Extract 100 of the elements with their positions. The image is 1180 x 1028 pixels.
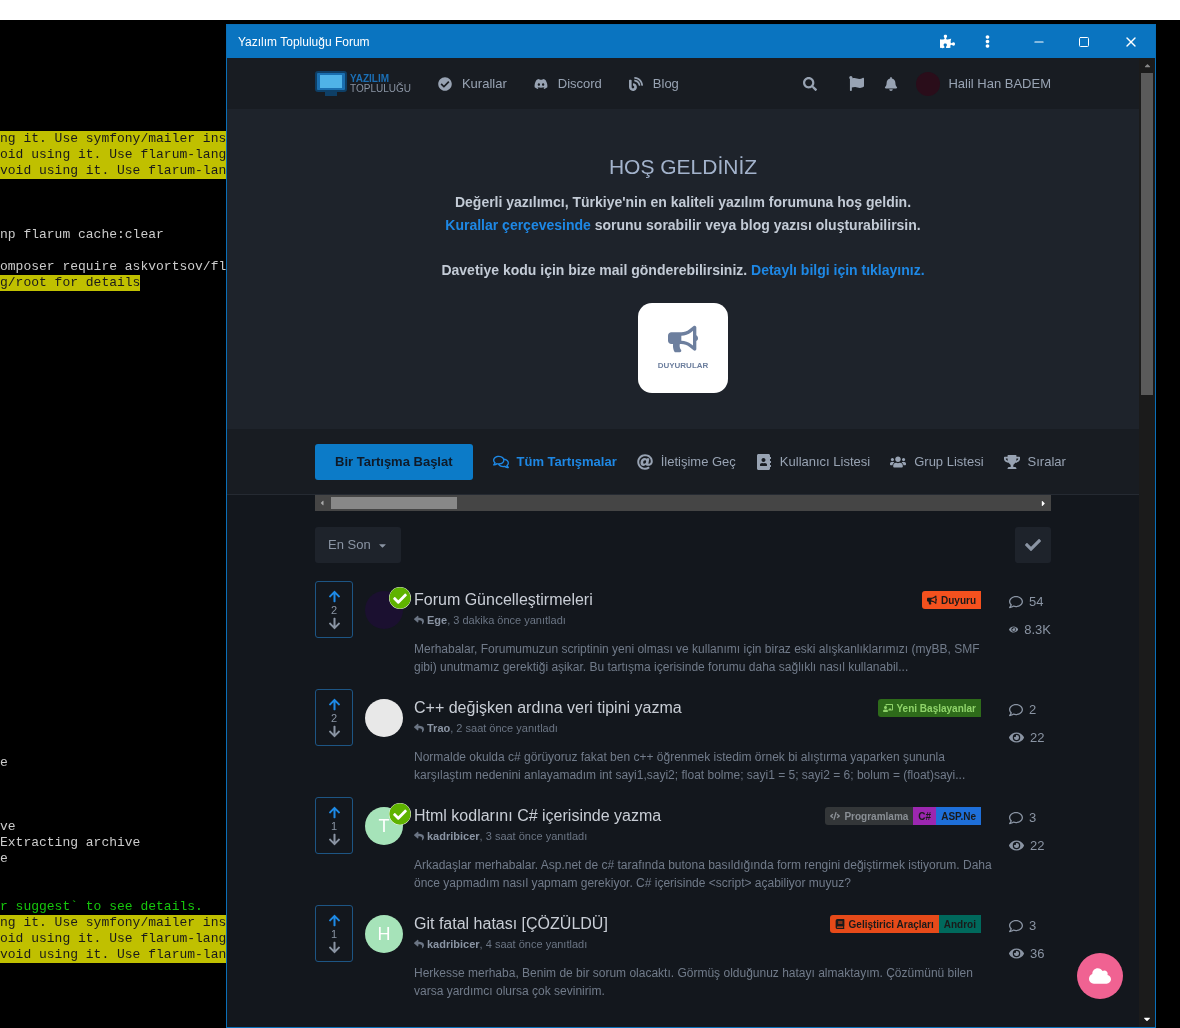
- terminal-line: r suggest` to see details.: [0, 899, 203, 915]
- terminal-line: np flarum cache:clear: [0, 227, 164, 243]
- card-label: DUYURULAR: [657, 360, 709, 372]
- arrow-up-icon: [327, 697, 341, 711]
- check-icon: [1025, 537, 1041, 553]
- nav-link[interactable]: İletişime Geç: [636, 451, 736, 472]
- comment-icon: [1009, 594, 1023, 609]
- vote-box[interactable]: 2: [315, 689, 353, 746]
- reply-icon: [414, 615, 424, 626]
- site-logo[interactable]: YAZILIM TOPLULUĞU: [315, 69, 411, 98]
- view-count: 36: [1030, 944, 1045, 963]
- header-link[interactable]: Discord: [533, 73, 602, 94]
- vote-count: 1: [330, 818, 338, 833]
- at-sign-icon: [636, 453, 653, 470]
- logo-text: YAZILIM: [350, 73, 390, 84]
- search-icon[interactable]: [803, 76, 818, 91]
- hero-text: Davetiye kodu için bize mail gönderebilirsiniz. Detaylı bilgi için tıklayınız.: [440, 261, 926, 280]
- scroll-up-icon: [1142, 61, 1152, 70]
- reply-count: 3: [1029, 917, 1037, 935]
- arrow-up-icon: [327, 589, 341, 603]
- maximize-icon[interactable]: [1078, 35, 1090, 48]
- scroll-right-icon: [1039, 498, 1048, 508]
- check-badge-icon: [389, 587, 411, 609]
- vote-box[interactable]: 1: [315, 797, 353, 854]
- vertical-scrollbar[interactable]: [1139, 58, 1155, 1027]
- nav-link[interactable]: Sıralar: [1003, 451, 1066, 472]
- megaphone-icon: [668, 324, 698, 354]
- discussion-excerpt: Arkadaşlar merhabalar. Asp.net de c# tarafında butona basıldığında form rengini değiştirmek istiyorum. Daha önce yapmadım nasıl yapmam gerekiyor. C# içerisinde <script> açabiliyor muyuz?: [414, 856, 993, 892]
- arrow-down-icon: [327, 616, 341, 630]
- header-link[interactable]: Kurallar: [437, 73, 507, 94]
- puzzle-icon[interactable]: [940, 34, 955, 49]
- comment-icon: [1009, 918, 1023, 933]
- arrow-up-icon: [327, 805, 341, 819]
- terminal-line: e: [0, 755, 8, 771]
- address-book-icon: [755, 453, 772, 470]
- hero-link[interactable]: Kurallar çerçevesinde: [445, 217, 591, 233]
- flag-icon[interactable]: [849, 76, 865, 91]
- reply-count: 54: [1029, 593, 1044, 611]
- discussion-title[interactable]: Git fatal hatası [ÇÖZÜLDÜ]: [414, 914, 830, 934]
- sort-dropdown[interactable]: En Son: [315, 527, 401, 563]
- view-count: 22: [1030, 836, 1045, 855]
- horizontal-scrollbar[interactable]: [315, 495, 1051, 511]
- vote-box[interactable]: 1: [315, 905, 353, 962]
- nav-link[interactable]: Tüm Tartışmalar: [492, 451, 617, 472]
- announcement-card[interactable]: DUYURULAR: [638, 303, 728, 393]
- nav-link[interactable]: Grup Listesi: [890, 451, 984, 472]
- start-discussion-button[interactable]: Bir Tartışma Başlat: [315, 443, 473, 480]
- tag[interactable]: Programlama: [825, 807, 914, 825]
- discussion-title[interactable]: Forum Güncelleştirmeleri: [414, 590, 922, 610]
- mark-read-button[interactable]: [1015, 527, 1051, 563]
- discord-icon: [533, 76, 548, 91]
- discussion-excerpt: Normalde okulda c# görüyoruz fakat ben c++ öğrenmek istedim örnek bi alıştırma yaparken şununla karşılaştım nedenini anlayamadım int sayi1,sayi2; float bolme; sayi1 = 5; sayi2 = 6; bolum = (float)sayi...: [414, 748, 967, 784]
- reply-icon: [414, 831, 424, 842]
- arrow-down-icon: [327, 832, 341, 846]
- arrow-down-icon: [327, 940, 341, 954]
- scrollbar-thumb[interactable]: [1141, 73, 1153, 395]
- user-name: Halil Han BADEM: [948, 74, 1051, 93]
- discussion-meta: kadribicer, 4 saat önce yanıtladı: [427, 937, 588, 952]
- arrow-down-icon: [327, 724, 341, 738]
- discussion-meta: kadribicer, 3 saat önce yanıtladı: [427, 829, 588, 844]
- user-menu[interactable]: Halil Han BADEM: [916, 71, 1051, 96]
- scroll-left-icon: [318, 499, 326, 507]
- nav-link[interactable]: Kullanıcı Listesi: [755, 451, 871, 472]
- tag[interactable]: Yeni Başlayanlar: [877, 699, 981, 717]
- discussion-meta: Ege, 3 dakika önce yanıtladı: [427, 613, 566, 628]
- tag-icon: [834, 919, 845, 929]
- cloud-icon: [1089, 965, 1111, 987]
- check-badge-icon: [389, 803, 411, 825]
- discussion-excerpt: Merhabalar, Forumumuzun scriptinin yeni olması ve kullanımı için biraz eski alışkanlıklarımızı (myBB, SMF gibi) unutmamız gerektiği aşikar. Bu tartışma içerisinde forumu daha sağlıklı nasıl kullanabil...: [414, 640, 981, 676]
- discussion-title[interactable]: Html kodlarını C# içerisinde yazma: [414, 806, 826, 826]
- discussion-title[interactable]: C++ değişken ardına veri tipini yazma: [414, 698, 878, 718]
- bell-icon[interactable]: [884, 76, 899, 91]
- arrow-up-icon: [327, 913, 341, 927]
- vote-count: 2: [330, 710, 338, 725]
- comment-icon: [1009, 810, 1023, 825]
- window-title: Yazılım Topluluğu Forum: [238, 33, 371, 51]
- reply-count: 2: [1029, 701, 1037, 719]
- tag[interactable]: ASP.Ne: [936, 807, 981, 825]
- scrollbar-thumb[interactable]: [331, 497, 457, 509]
- vote-count: 2: [330, 602, 338, 617]
- reply-icon: [414, 939, 424, 950]
- vote-box[interactable]: 2: [315, 581, 353, 638]
- view-count: 22: [1030, 728, 1045, 747]
- logo-text: TOPLULUĞU: [350, 83, 411, 94]
- comment-icon: [1009, 702, 1023, 717]
- hero-link[interactable]: Detaylı bilgi için tıklayınız.: [751, 262, 925, 278]
- reply-icon: [414, 723, 424, 734]
- terminal-line: Extracting archive: [0, 835, 141, 851]
- vote-count: 1: [330, 926, 338, 941]
- chat-bubbles-icon: [492, 453, 509, 470]
- hero-text: Değerli yazılımcı, Türkiye'nin en kaliteli yazılım forumuna hoş geldin. Kurallar çerçevesinde sorunu sorabilir veya blog yazısı oluşturabilirsin.: [444, 193, 922, 235]
- tag[interactable]: Geliştirici Araçları: [829, 915, 939, 933]
- terminal-line: e: [0, 851, 8, 867]
- discussion-meta: Trao, 2 saat önce yanıtladı: [427, 721, 558, 736]
- chat-button[interactable]: [1077, 953, 1123, 999]
- header-link[interactable]: Blog: [628, 73, 679, 94]
- tag-icon: [830, 811, 841, 821]
- tag-icon: [927, 595, 937, 605]
- tag[interactable]: Duyuru: [922, 591, 981, 609]
- avatar[interactable]: [365, 699, 403, 737]
